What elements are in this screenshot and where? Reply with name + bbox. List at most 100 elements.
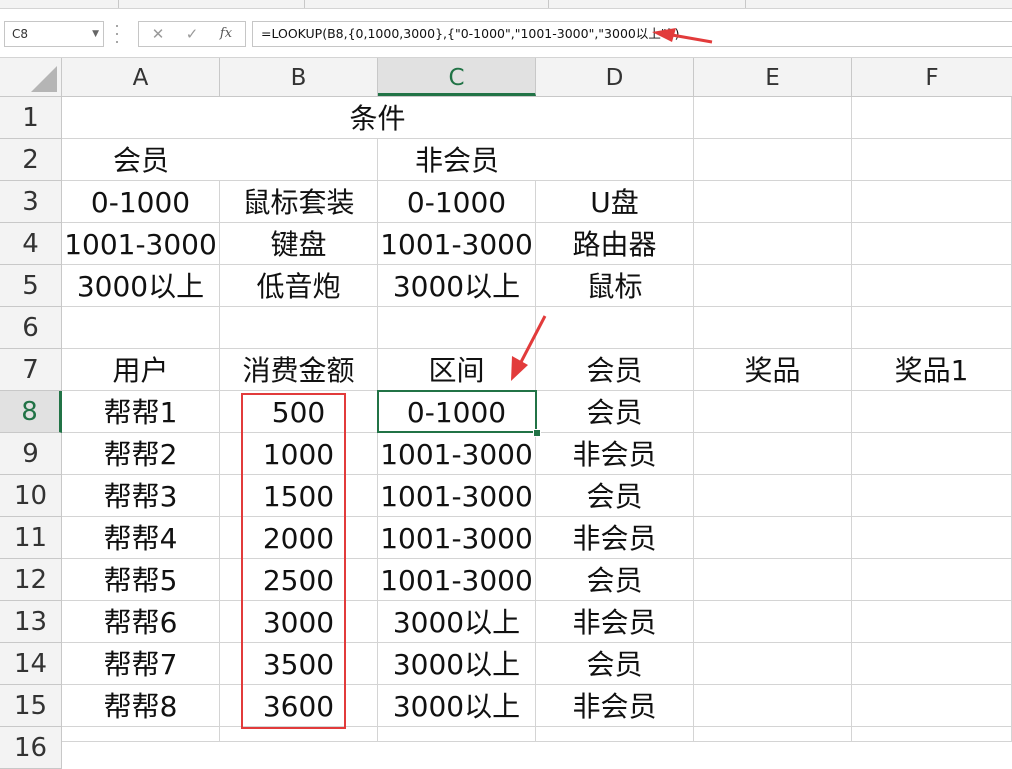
table-row-range[interactable]: 1001-3000 <box>378 475 536 517</box>
cell[interactable]: 3000以上 <box>378 265 536 307</box>
cell[interactable] <box>694 643 852 685</box>
header-user[interactable]: 用户 <box>62 349 220 391</box>
cell[interactable] <box>694 223 852 265</box>
table-row-member[interactable]: 非会员 <box>536 685 694 727</box>
column-header-f[interactable]: F <box>852 58 1012 96</box>
header-prize1[interactable]: 奖品1 <box>852 349 1012 391</box>
cell[interactable] <box>694 475 852 517</box>
cell[interactable] <box>220 139 378 181</box>
cell[interactable]: 路由器 <box>536 223 694 265</box>
table-row-amount[interactable]: 1000 <box>220 433 378 475</box>
cell[interactable]: 低音炮 <box>220 265 378 307</box>
cell[interactable] <box>694 727 852 742</box>
table-row-amount[interactable]: 3600 <box>220 685 378 727</box>
cell[interactable] <box>852 223 1012 265</box>
cell[interactable] <box>536 139 694 181</box>
table-row-amount[interactable]: 2500 <box>220 559 378 601</box>
cell[interactable]: 0-1000 <box>378 181 536 223</box>
cancel-icon[interactable]: ✕ <box>143 22 173 46</box>
table-row-user[interactable]: 帮帮4 <box>62 517 220 559</box>
row-header[interactable]: 7 <box>0 349 62 391</box>
row-header-selected[interactable]: 8 <box>0 391 62 433</box>
cell[interactable] <box>852 727 1012 742</box>
row-header[interactable]: 14 <box>0 643 62 685</box>
row-header[interactable]: 3 <box>0 181 62 223</box>
table-row-user[interactable]: 帮帮2 <box>62 433 220 475</box>
header-amount[interactable]: 消费金额 <box>220 349 378 391</box>
cell[interactable] <box>694 559 852 601</box>
header-member[interactable]: 会员 <box>536 349 694 391</box>
table-row-member[interactable]: 非会员 <box>536 433 694 475</box>
row-header[interactable]: 5 <box>0 265 62 307</box>
cell[interactable]: 键盘 <box>220 223 378 265</box>
select-all-button[interactable] <box>0 58 62 96</box>
column-header-a[interactable]: A <box>62 58 220 96</box>
table-row-range[interactable]: 3000以上 <box>378 601 536 643</box>
cell-nonmember-header[interactable]: 非会员 <box>378 139 536 181</box>
table-row-user[interactable]: 帮帮3 <box>62 475 220 517</box>
cell[interactable] <box>220 307 378 349</box>
row-header[interactable]: 13 <box>0 601 62 643</box>
cell[interactable] <box>694 181 852 223</box>
table-row-member[interactable]: 会员 <box>536 643 694 685</box>
enter-icon[interactable]: ✓ <box>177 22 207 46</box>
cell[interactable] <box>378 307 536 349</box>
cell[interactable] <box>62 727 220 742</box>
cell-member-header[interactable]: 会员 <box>62 139 220 181</box>
table-row-user[interactable]: 帮帮7 <box>62 643 220 685</box>
header-prize[interactable]: 奖品 <box>694 349 852 391</box>
row-header[interactable]: 10 <box>0 475 62 517</box>
row-header[interactable]: 16 <box>0 727 62 769</box>
table-row-user[interactable]: 帮帮6 <box>62 601 220 643</box>
table-row-amount[interactable]: 500 <box>220 391 378 433</box>
table-row-range[interactable]: 3000以上 <box>378 685 536 727</box>
cell[interactable] <box>694 685 852 727</box>
cell[interactable] <box>852 685 1012 727</box>
table-row-member[interactable]: 非会员 <box>536 601 694 643</box>
table-row-range[interactable]: 3000以上 <box>378 643 536 685</box>
row-header[interactable]: 1 <box>0 97 62 139</box>
row-header[interactable]: 11 <box>0 517 62 559</box>
row-header[interactable]: 15 <box>0 685 62 727</box>
table-row-amount[interactable]: 3500 <box>220 643 378 685</box>
cell[interactable] <box>694 307 852 349</box>
row-header[interactable]: 12 <box>0 559 62 601</box>
table-row-user[interactable]: 帮帮1 <box>62 391 220 433</box>
formula-input[interactable]: =LOOKUP(B8,{0,1000,3000},{"0-1000","1001… <box>252 21 1012 47</box>
table-row-range[interactable]: 1001-3000 <box>378 559 536 601</box>
cell[interactable] <box>852 391 1012 433</box>
cell[interactable] <box>852 307 1012 349</box>
cell[interactable] <box>694 601 852 643</box>
table-row-amount[interactable]: 2000 <box>220 517 378 559</box>
cell[interactable] <box>852 97 1012 139</box>
cell[interactable] <box>378 727 536 742</box>
row-header[interactable]: 2 <box>0 139 62 181</box>
cell[interactable]: 0-1000 <box>62 181 220 223</box>
row-header[interactable]: 9 <box>0 433 62 475</box>
cell[interactable]: U盘 <box>536 181 694 223</box>
cell[interactable] <box>694 433 852 475</box>
resize-handle[interactable] <box>114 25 120 43</box>
table-row-member[interactable]: 非会员 <box>536 517 694 559</box>
table-row-range[interactable]: 0-1000 <box>378 391 536 433</box>
cell[interactable] <box>694 391 852 433</box>
row-header[interactable]: 6 <box>0 307 62 349</box>
table-row-user[interactable]: 帮帮8 <box>62 685 220 727</box>
cell[interactable] <box>852 601 1012 643</box>
table-row-amount[interactable]: 1500 <box>220 475 378 517</box>
cell[interactable] <box>694 139 852 181</box>
table-row-amount[interactable]: 3000 <box>220 601 378 643</box>
cell[interactable] <box>220 727 378 742</box>
cell[interactable] <box>694 517 852 559</box>
table-row-user[interactable]: 帮帮5 <box>62 559 220 601</box>
cell[interactable] <box>694 97 852 139</box>
row-header[interactable]: 4 <box>0 223 62 265</box>
fill-handle[interactable] <box>533 429 541 437</box>
cell[interactable] <box>852 643 1012 685</box>
chevron-down-icon[interactable]: ▼ <box>92 22 99 46</box>
cell[interactable]: 鼠标 <box>536 265 694 307</box>
cell[interactable]: 1001-3000 <box>378 223 536 265</box>
insert-function-icon[interactable]: fx <box>211 22 241 46</box>
table-row-range[interactable]: 1001-3000 <box>378 433 536 475</box>
column-header-c[interactable]: C <box>378 58 536 96</box>
